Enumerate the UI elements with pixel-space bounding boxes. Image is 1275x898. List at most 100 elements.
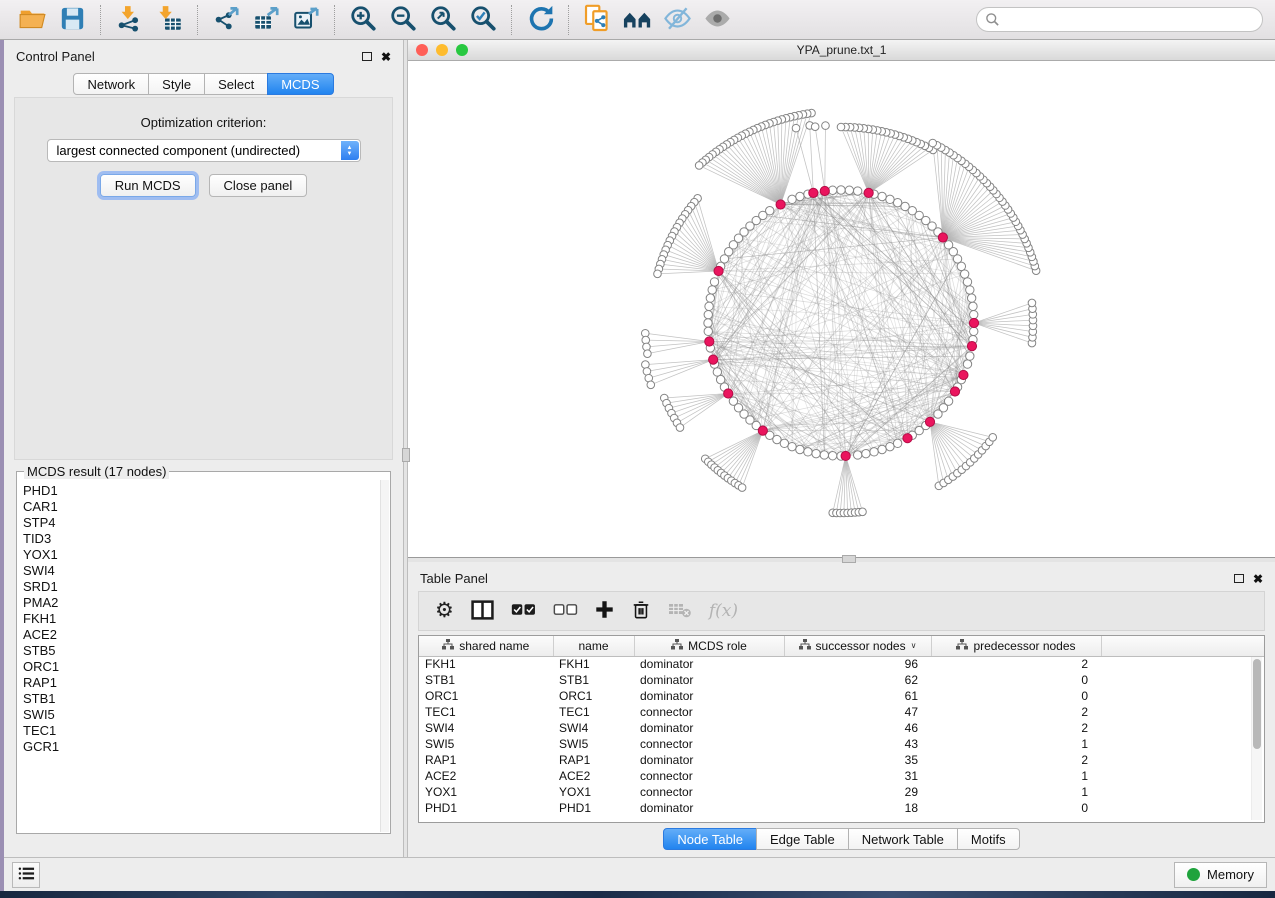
table-cell[interactable]: SWI4 <box>419 720 553 736</box>
table-cell[interactable] <box>1101 752 1264 768</box>
table-cell[interactable]: YOX1 <box>419 784 553 800</box>
criterion-select[interactable]: largest connected component (undirected)… <box>47 139 361 162</box>
table-cell[interactable]: 46 <box>784 720 931 736</box>
table-cell[interactable]: RAP1 <box>553 752 634 768</box>
graph-node[interactable] <box>804 448 812 456</box>
graph-node[interactable] <box>796 192 804 200</box>
table-cell[interactable]: 35 <box>784 752 931 768</box>
table-cell[interactable] <box>1101 672 1264 688</box>
column-header-name[interactable]: name <box>553 636 634 656</box>
graph-node[interactable] <box>886 442 894 450</box>
horizontal-splitter[interactable] <box>408 558 1275 562</box>
export-table-button[interactable] <box>249 3 283 37</box>
graph-hub-node[interactable] <box>776 200 785 209</box>
graph-node[interactable] <box>853 451 861 459</box>
tab-node-table[interactable]: Node Table <box>663 828 757 850</box>
tab-edge-table[interactable]: Edge Table <box>756 828 849 850</box>
graph-hub-node[interactable] <box>820 186 829 195</box>
table-cell[interactable]: YOX1 <box>553 784 634 800</box>
graph-node[interactable] <box>704 327 712 335</box>
graph-node[interactable] <box>845 186 853 194</box>
mcds-result-item[interactable]: STB5 <box>23 643 390 659</box>
graph-hub-node[interactable] <box>758 426 767 435</box>
table-cell[interactable]: dominator <box>634 800 784 816</box>
table-cell[interactable] <box>1101 656 1264 672</box>
import-network-button[interactable] <box>112 3 146 37</box>
graph-node[interactable] <box>713 368 721 376</box>
table-cell[interactable]: connector <box>634 704 784 720</box>
table-cell[interactable]: 2 <box>931 656 1101 672</box>
graph-node[interactable] <box>944 241 952 249</box>
zoom-fit-button[interactable] <box>426 3 460 37</box>
table-cell[interactable]: dominator <box>634 720 784 736</box>
table-cell[interactable]: SWI4 <box>553 720 634 736</box>
graph-node[interactable] <box>859 508 867 516</box>
mcds-result-item[interactable]: FKH1 <box>23 611 390 627</box>
network-graph[interactable] <box>408 61 1275 557</box>
tasks-button[interactable] <box>12 862 40 888</box>
graph-node[interactable] <box>893 198 901 206</box>
table-row[interactable]: SWI4SWI4dominator462 <box>419 720 1264 736</box>
graph-node[interactable] <box>960 270 968 278</box>
table-cell[interactable]: 1 <box>931 768 1101 784</box>
table-scrollbar-thumb[interactable] <box>1253 659 1261 749</box>
save-session-button[interactable] <box>55 3 89 37</box>
table-row[interactable]: ACE2ACE2connector311 <box>419 768 1264 784</box>
table-row[interactable]: RAP1RAP1dominator352 <box>419 752 1264 768</box>
graph-hub-node[interactable] <box>950 387 959 396</box>
graph-node[interactable] <box>704 319 712 327</box>
graph-node[interactable] <box>704 310 712 318</box>
table-cell[interactable]: ACE2 <box>419 768 553 784</box>
table-cell[interactable] <box>1101 704 1264 720</box>
table-cell[interactable]: dominator <box>634 672 784 688</box>
mcds-result-item[interactable]: TEC1 <box>23 723 390 739</box>
graph-node[interactable] <box>893 439 901 447</box>
column-header-shared-name[interactable]: shared name <box>419 636 553 656</box>
graph-node[interactable] <box>870 448 878 456</box>
graph-node[interactable] <box>1028 299 1036 307</box>
float-panel-icon[interactable] <box>1234 574 1244 583</box>
graph-node[interactable] <box>944 397 952 405</box>
graph-hub-node[interactable] <box>864 188 873 197</box>
mcds-result-item[interactable]: ACE2 <box>23 627 390 643</box>
graph-node[interactable] <box>828 452 836 460</box>
graph-hub-node[interactable] <box>969 318 978 327</box>
network-canvas[interactable] <box>408 61 1275 557</box>
table-row[interactable]: ORC1ORC1dominator610 <box>419 688 1264 704</box>
table-cell[interactable] <box>1101 800 1264 816</box>
graph-node[interactable] <box>822 122 830 130</box>
table-cell[interactable]: FKH1 <box>419 656 553 672</box>
graph-node[interactable] <box>788 442 796 450</box>
table-cell[interactable]: STB1 <box>553 672 634 688</box>
graph-node[interactable] <box>862 449 870 457</box>
vertical-splitter[interactable] <box>403 40 408 857</box>
graph-hub-node[interactable] <box>967 341 976 350</box>
table-cell[interactable]: 96 <box>784 656 931 672</box>
table-cell[interactable]: 47 <box>784 704 931 720</box>
graph-node[interactable] <box>970 327 978 335</box>
table-row[interactable]: SWI5SWI5connector431 <box>419 736 1264 752</box>
table-cell[interactable]: dominator <box>634 752 784 768</box>
delete-column-button[interactable] <box>631 599 651 623</box>
mcds-result-item[interactable]: SWI4 <box>23 563 390 579</box>
graph-node[interactable] <box>966 286 974 294</box>
table-cell[interactable]: 61 <box>784 688 931 704</box>
column-header-predecessor-nodes[interactable]: predecessor nodes <box>931 636 1101 656</box>
column-layout-button[interactable] <box>471 600 494 623</box>
mcds-result-item[interactable]: STP4 <box>23 515 390 531</box>
graph-node[interactable] <box>878 445 886 453</box>
table-cell[interactable]: ORC1 <box>419 688 553 704</box>
mcds-result-item[interactable]: RAP1 <box>23 675 390 691</box>
graph-node[interactable] <box>647 381 655 389</box>
graph-hub-node[interactable] <box>903 434 912 443</box>
float-panel-icon[interactable] <box>362 52 372 61</box>
table-cell[interactable]: STB1 <box>419 672 553 688</box>
graph-node[interactable] <box>710 278 718 286</box>
mcds-result-item[interactable]: PMA2 <box>23 595 390 611</box>
deselect-all-button[interactable] <box>553 602 578 621</box>
graph-node[interactable] <box>788 195 796 203</box>
table-cell[interactable]: 0 <box>931 672 1101 688</box>
tab-network[interactable]: Network <box>73 73 149 95</box>
splitter-grip[interactable] <box>842 555 856 563</box>
export-image-button[interactable] <box>289 3 323 37</box>
